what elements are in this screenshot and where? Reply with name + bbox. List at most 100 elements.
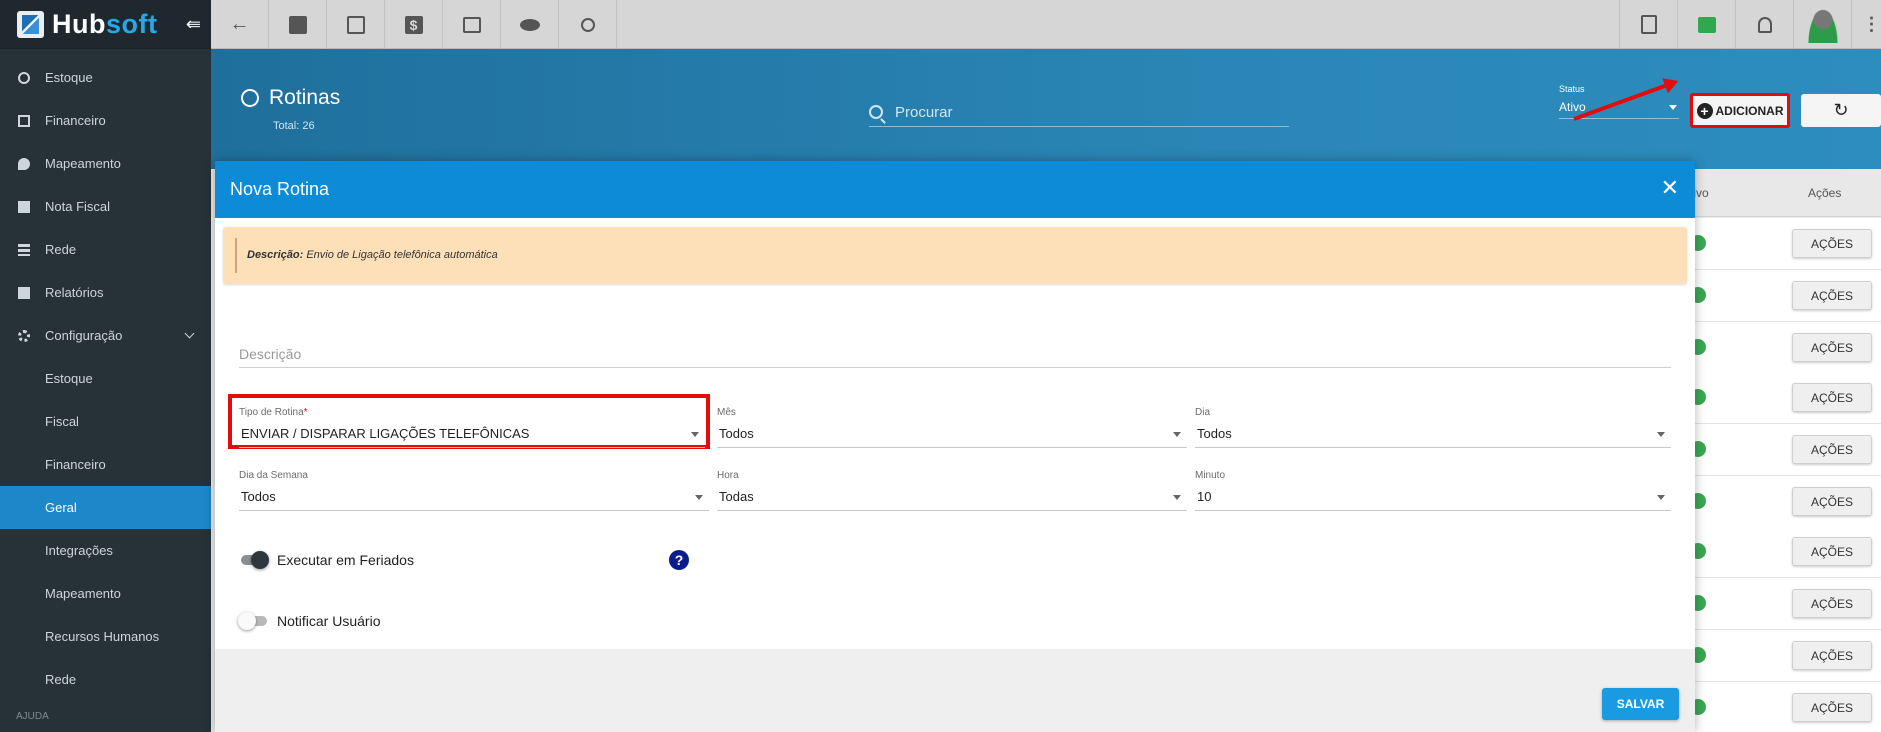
submenu-item-integracoes[interactable]: Integrações: [0, 529, 211, 572]
dia-semana-value[interactable]: Todos: [239, 489, 709, 511]
required-mark: *: [303, 407, 308, 418]
table-row: AÇÕES: [1690, 476, 1881, 528]
contact-button[interactable]: [269, 0, 327, 49]
topbar: ← $ ⋮: [211, 0, 1881, 49]
acoes-button[interactable]: AÇÕES: [1792, 383, 1872, 412]
acoes-button[interactable]: AÇÕES: [1792, 229, 1872, 258]
dia-value[interactable]: Todos: [1195, 426, 1671, 448]
search-button[interactable]: [559, 0, 617, 49]
add-button[interactable]: + ADICIONAR: [1690, 93, 1790, 128]
dollar-icon: $: [404, 15, 423, 34]
nova-rotina-modal: Nova Rotina ✕ Descrição: Envio de Ligaçã…: [215, 161, 1695, 732]
notifications-button[interactable]: [1735, 0, 1793, 49]
submenu-item-estoque[interactable]: Estoque: [0, 357, 211, 400]
schedule-button[interactable]: [327, 0, 385, 49]
mes-select[interactable]: Mês Todos: [717, 407, 1187, 448]
collapse-sidebar-icon[interactable]: ⇚: [186, 14, 201, 35]
submenu-item-mapeamento[interactable]: Mapeamento: [0, 572, 211, 615]
acoes-button[interactable]: AÇÕES: [1792, 589, 1872, 618]
gear-icon: [18, 329, 30, 342]
sidebar-item-label: Mapeamento: [45, 156, 121, 171]
submenu-item-geral[interactable]: Geral: [0, 486, 211, 529]
help-icon[interactable]: ?: [669, 550, 689, 570]
sidebar-item-label: Estoque: [45, 70, 93, 85]
notificar-toggle[interactable]: [238, 612, 268, 630]
view-button[interactable]: [501, 0, 559, 49]
brand-name: Hubsoft: [52, 9, 157, 40]
submenu-item-fiscal[interactable]: Fiscal: [0, 400, 211, 443]
sidebar-item-financeiro[interactable]: Financeiro: [0, 99, 211, 142]
sidebar-item-mapeamento[interactable]: Mapeamento: [0, 142, 211, 185]
table-row: AÇÕES: [1690, 682, 1881, 732]
notificar-toggle-knob: [238, 612, 256, 630]
acoes-button[interactable]: AÇÕES: [1792, 281, 1872, 310]
pdf-button[interactable]: [1619, 0, 1677, 49]
user-menu-button[interactable]: [1793, 0, 1851, 49]
page-title-text: Rotinas: [269, 86, 341, 109]
page-header: Rotinas Total: 26 Status Ativo +ADICIONA…: [211, 49, 1881, 169]
close-icon[interactable]: ✕: [1661, 177, 1679, 199]
box-icon: [18, 71, 30, 84]
feriados-label: Executar em Feriados: [277, 552, 414, 568]
submenu-item-rede[interactable]: Rede: [0, 658, 211, 701]
tipo-rotina-label-text: Tipo de Rotina: [239, 407, 304, 418]
calendar-clock-icon: [346, 15, 365, 34]
brand-name-b: soft: [105, 8, 158, 39]
section-label-ajuda: AJUDA: [16, 711, 49, 722]
dia-semana-select[interactable]: Dia da Semana Todos: [239, 470, 709, 511]
hora-value[interactable]: Todas: [717, 489, 1187, 511]
dia-select[interactable]: Dia Todos: [1195, 407, 1671, 448]
sidebar-item-nota-fiscal[interactable]: Nota Fiscal: [0, 185, 211, 228]
dia-label: Dia: [1195, 407, 1211, 418]
sidebar-item-relatorios[interactable]: Relatórios: [0, 271, 211, 314]
history-icon: [241, 89, 259, 107]
feriados-toggle[interactable]: [238, 551, 269, 569]
table-header: tivo Ações: [1690, 169, 1881, 217]
search-icon: [580, 17, 595, 32]
table-row: AÇÕES: [1690, 424, 1881, 476]
submenu-item-recursos-humanos[interactable]: Recursos Humanos: [0, 615, 211, 658]
acoes-button[interactable]: AÇÕES: [1792, 487, 1872, 516]
back-button[interactable]: ←: [211, 0, 269, 49]
more-options-button[interactable]: ⋮: [1851, 0, 1881, 49]
tipo-rotina-select[interactable]: Tipo de Rotina* ENVIAR / DISPARAR LIGAÇÕ…: [239, 407, 705, 448]
acoes-button[interactable]: AÇÕES: [1792, 641, 1872, 670]
bell-icon: [1757, 16, 1772, 33]
mes-value[interactable]: Todos: [717, 426, 1187, 448]
server-icon: [18, 243, 30, 256]
submenu-item-financeiro[interactable]: Financeiro: [0, 443, 211, 486]
tipo-rotina-label: Tipo de Rotina*: [239, 407, 705, 418]
refresh-button[interactable]: ↻: [1801, 94, 1881, 127]
acoes-button[interactable]: AÇÕES: [1792, 693, 1872, 722]
alert-text: Descrição: Envio de Ligação telefônica a…: [247, 249, 498, 261]
minuto-select[interactable]: Minuto 10: [1195, 470, 1671, 511]
save-button[interactable]: SALVAR: [1602, 688, 1679, 720]
plus-circle-icon: +: [1696, 102, 1713, 119]
sidebar-item-estoque[interactable]: Estoque: [0, 56, 211, 99]
tasks-button[interactable]: [1677, 0, 1735, 49]
hora-label: Hora: [717, 470, 739, 481]
tipo-rotina-value[interactable]: ENVIAR / DISPARAR LIGAÇÕES TELEFÔNICAS: [239, 426, 705, 448]
terminal-button[interactable]: [443, 0, 501, 49]
acoes-button[interactable]: AÇÕES: [1792, 333, 1872, 362]
sidebar-item-rede[interactable]: Rede: [0, 228, 211, 271]
table-row: AÇÕES: [1690, 372, 1881, 424]
terminal-icon: [462, 16, 481, 33]
modal-footer: SALVAR: [215, 649, 1695, 732]
refresh-icon: ↻: [1833, 100, 1849, 120]
avatar: [1806, 6, 1839, 43]
minuto-value[interactable]: 10: [1195, 489, 1671, 511]
document-icon: [18, 200, 30, 213]
hora-select[interactable]: Hora Todas: [717, 470, 1187, 511]
sidebar-item-configuracao[interactable]: Configuração: [0, 314, 211, 357]
modal-header: Nova Rotina ✕: [215, 161, 1695, 218]
contact-card-icon: [288, 15, 307, 34]
descricao-input[interactable]: Descrição: [239, 342, 1671, 368]
search-input[interactable]: [895, 103, 1255, 121]
dia-semana-label: Dia da Semana: [239, 470, 308, 481]
sidebar-item-label: Rede: [45, 242, 77, 257]
acoes-button[interactable]: AÇÕES: [1792, 435, 1872, 464]
finance-button[interactable]: $: [385, 0, 443, 49]
arrow-left-icon: ←: [229, 13, 250, 35]
acoes-button[interactable]: AÇÕES: [1792, 537, 1872, 566]
